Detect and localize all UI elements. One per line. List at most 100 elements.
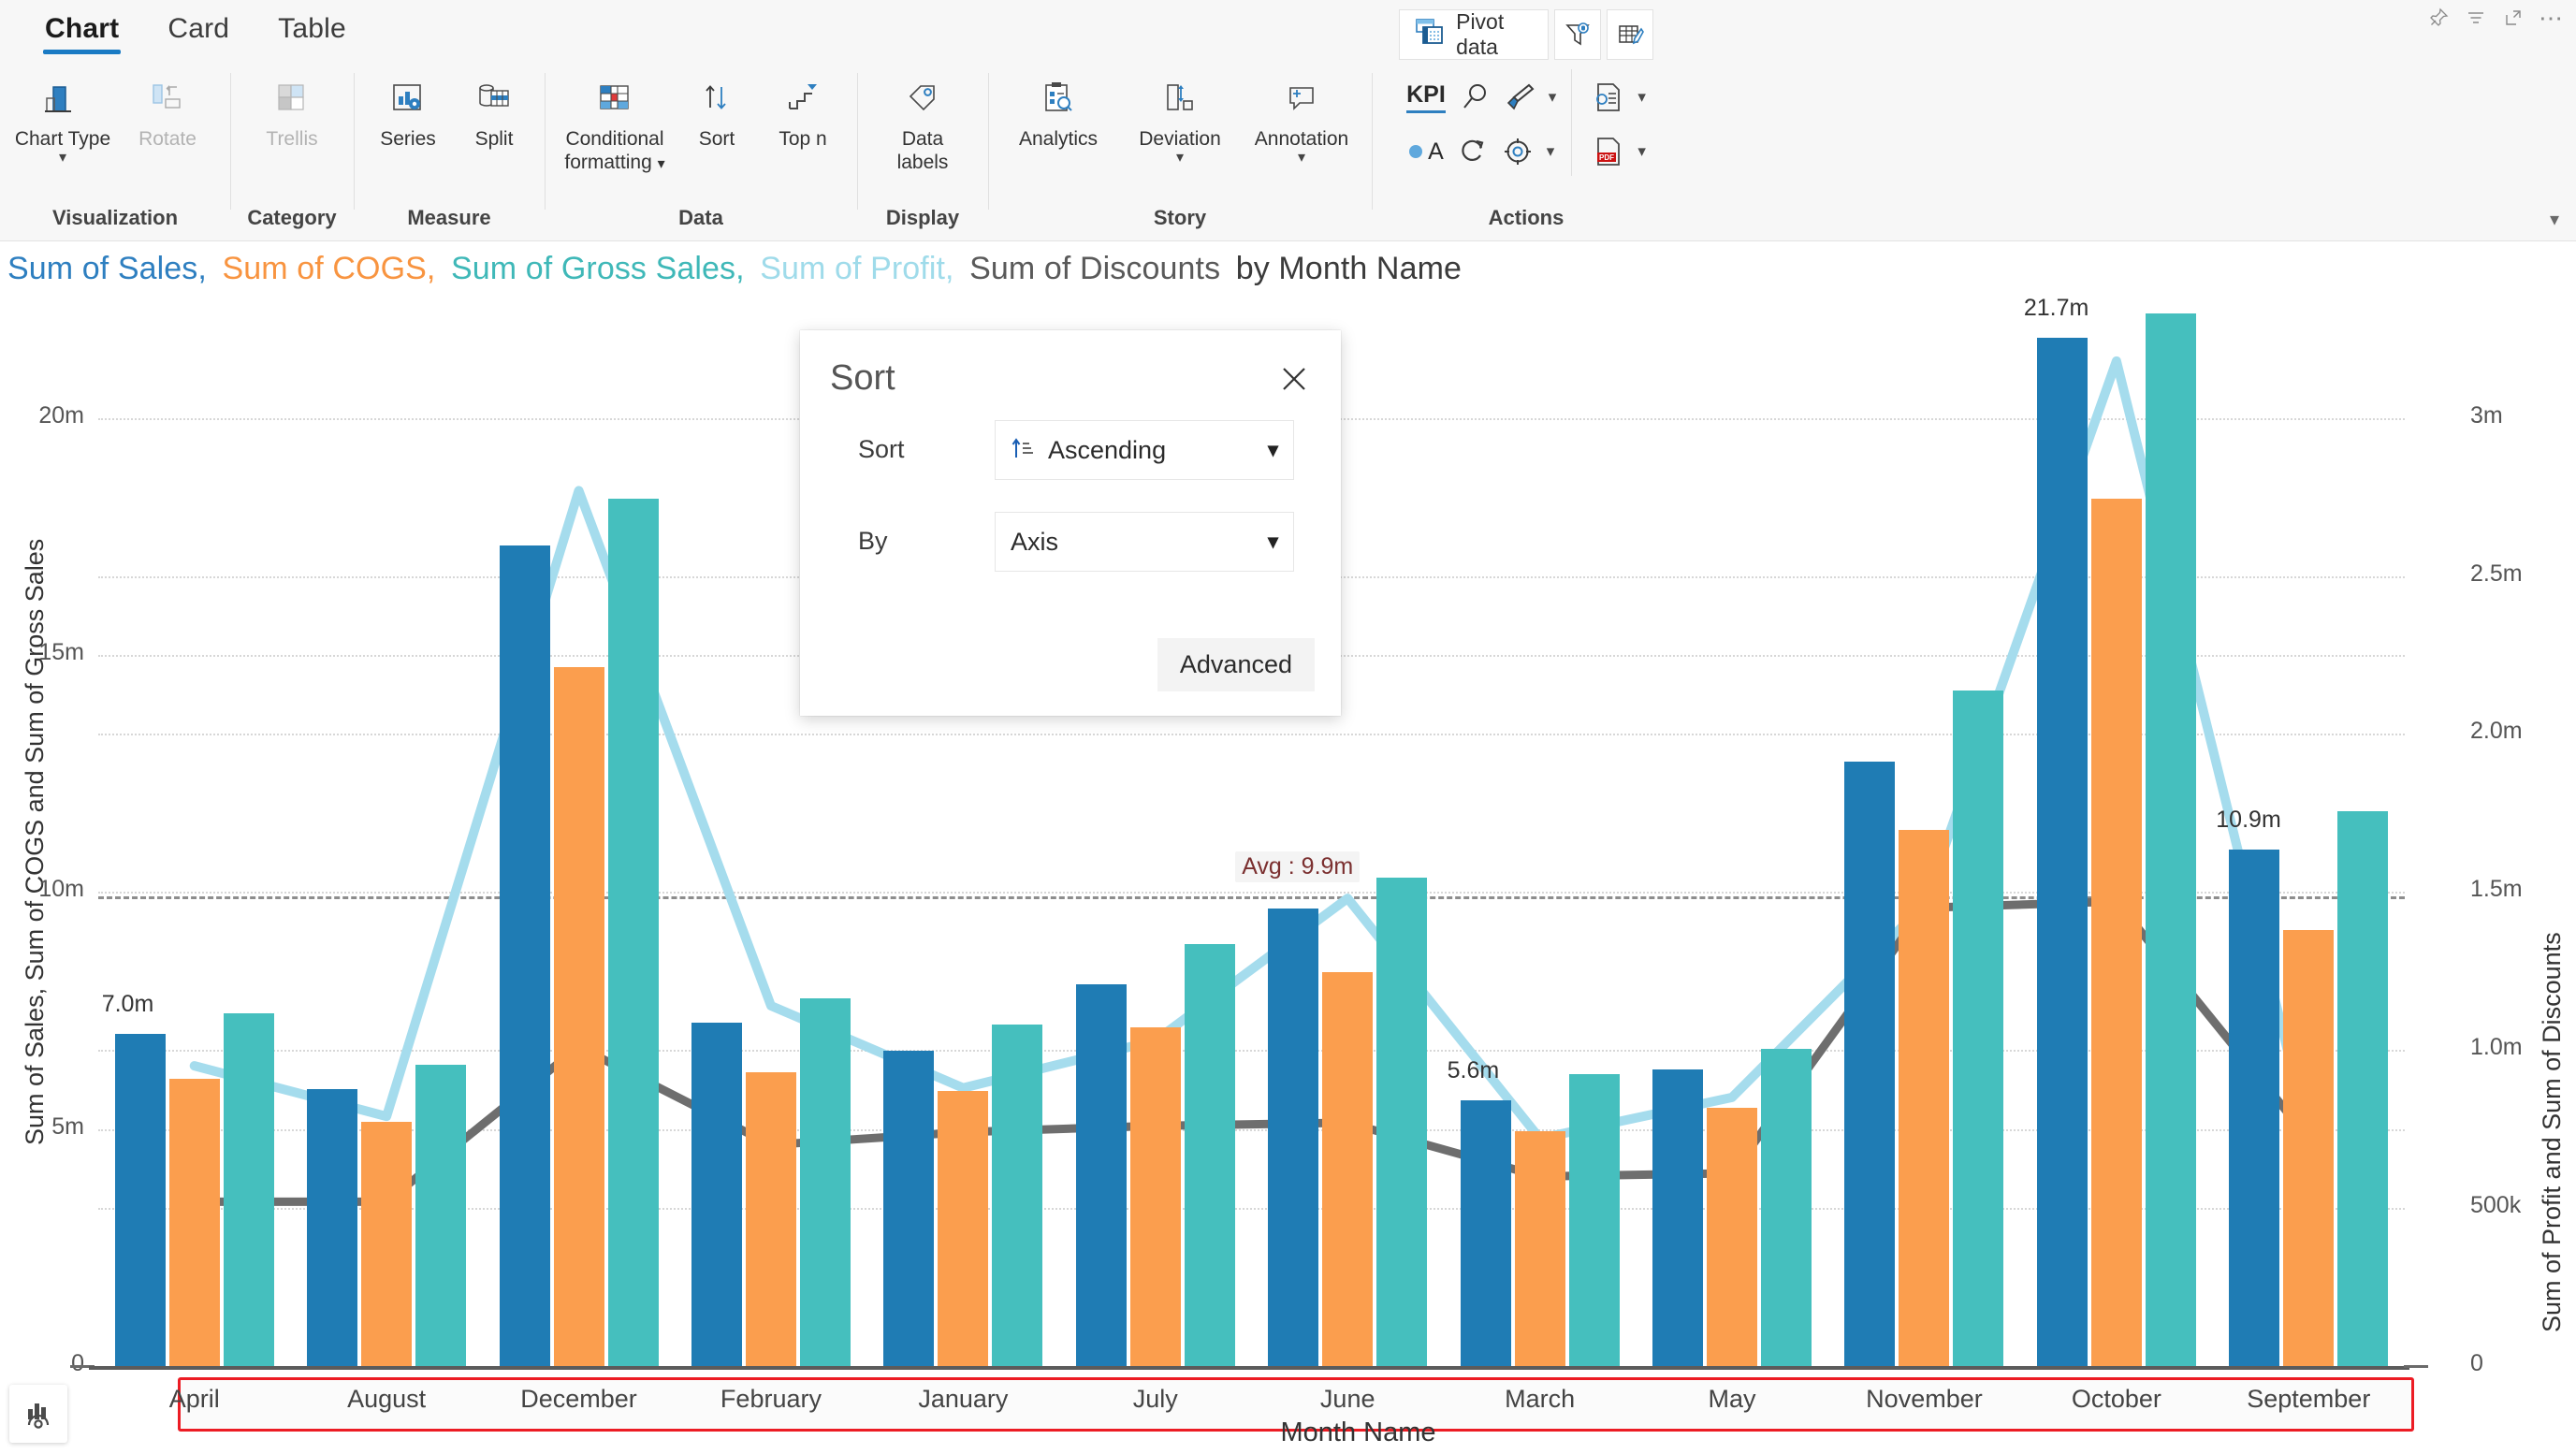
- chevron-down-icon[interactable]: ▾: [1547, 142, 1555, 161]
- bar[interactable]: [938, 1091, 989, 1366]
- bar[interactable]: [691, 1022, 742, 1366]
- chevron-down-icon[interactable]: ▾: [1268, 438, 1278, 462]
- bar[interactable]: [992, 1025, 1043, 1366]
- more-options-icon[interactable]: ⋯: [2533, 4, 2569, 32]
- bar[interactable]: [1268, 909, 1319, 1366]
- x-axis-label[interactable]: February: [720, 1385, 822, 1414]
- bar[interactable]: [1761, 1048, 1812, 1366]
- bar[interactable]: [1322, 972, 1374, 1366]
- maximize-icon[interactable]: [2496, 4, 2531, 32]
- bar[interactable]: [223, 1012, 274, 1366]
- sort-order-select[interactable]: Ascending ▾: [995, 420, 1294, 480]
- pin-icon[interactable]: [2421, 4, 2456, 32]
- bar[interactable]: [415, 1065, 467, 1366]
- bar[interactable]: [1953, 691, 2004, 1366]
- bar[interactable]: [361, 1122, 413, 1366]
- annotate-color-button[interactable]: A: [1406, 138, 1444, 166]
- bar-group[interactable]: [2036, 299, 2196, 1366]
- chevron-down-icon[interactable]: ▾: [1176, 151, 1184, 166]
- chevron-down-icon[interactable]: ▾: [1268, 530, 1278, 554]
- bar[interactable]: [2145, 313, 2196, 1366]
- bar[interactable]: [1707, 1107, 1758, 1366]
- chevron-down-icon[interactable]: ▾: [1637, 88, 1646, 107]
- bar[interactable]: [1568, 1074, 1620, 1366]
- visualization-badge-icon[interactable]: [9, 1385, 67, 1443]
- bar-group[interactable]: [114, 299, 274, 1366]
- bar-group[interactable]: [1652, 299, 1812, 1366]
- search-button[interactable]: [1459, 81, 1491, 113]
- bar[interactable]: [114, 1034, 166, 1366]
- collapse-ribbon-button[interactable]: ▾: [2550, 208, 2559, 231]
- filter-icon[interactable]: [2458, 4, 2494, 32]
- bar[interactable]: [1075, 984, 1127, 1366]
- bar-group[interactable]: [1460, 299, 1620, 1366]
- bar[interactable]: [2090, 498, 2142, 1366]
- sort-by-select[interactable]: Axis ▾: [995, 512, 1294, 572]
- paintbrush-button[interactable]: [1504, 81, 1535, 113]
- bar[interactable]: [1514, 1131, 1565, 1366]
- analytics-button[interactable]: Analytics: [999, 67, 1117, 151]
- x-axis-label[interactable]: October: [2072, 1385, 2161, 1414]
- bar[interactable]: [745, 1071, 796, 1366]
- bar-group[interactable]: [1844, 299, 2004, 1366]
- x-axis-label[interactable]: November: [1866, 1385, 1983, 1414]
- close-icon[interactable]: [1272, 356, 1317, 401]
- bar[interactable]: [2337, 811, 2389, 1366]
- chevron-down-icon[interactable]: ▾: [1298, 151, 1305, 166]
- document-settings-button[interactable]: [1591, 80, 1624, 114]
- bar[interactable]: [499, 545, 550, 1366]
- bar-group[interactable]: [307, 299, 467, 1366]
- bar[interactable]: [553, 666, 604, 1366]
- chevron-down-icon[interactable]: ▾: [59, 151, 66, 166]
- bar-group[interactable]: [499, 299, 659, 1366]
- edit-table-button[interactable]: [1606, 9, 1653, 60]
- x-axis-label[interactable]: May: [1709, 1385, 1756, 1414]
- filter-data-button[interactable]: [1553, 9, 1601, 60]
- advanced-button[interactable]: Advanced: [1157, 638, 1315, 691]
- bar[interactable]: [1184, 944, 1235, 1366]
- chevron-down-icon[interactable]: ▾: [1549, 88, 1557, 107]
- bar[interactable]: [1899, 830, 1950, 1366]
- bar[interactable]: [2229, 849, 2280, 1366]
- split-button[interactable]: Split: [455, 67, 533, 151]
- bar[interactable]: [1460, 1100, 1511, 1366]
- data-labels-button[interactable]: Data labels: [872, 67, 973, 174]
- series-button[interactable]: Series: [365, 67, 451, 151]
- x-axis-label[interactable]: January: [918, 1385, 1008, 1414]
- bar[interactable]: [1652, 1069, 1704, 1366]
- chart-type-button[interactable]: Chart Type ▾: [12, 67, 113, 166]
- top-n-button[interactable]: Top n: [760, 67, 846, 151]
- x-axis-label[interactable]: December: [520, 1385, 637, 1414]
- chevron-down-icon[interactable]: ▾: [1637, 142, 1646, 161]
- group-label-category: Category: [247, 206, 337, 229]
- conditional-formatting-button[interactable]: Conditional formatting ▾: [556, 67, 674, 176]
- bar[interactable]: [168, 1079, 220, 1366]
- bar[interactable]: [1844, 762, 1896, 1366]
- x-axis-label[interactable]: July: [1133, 1385, 1178, 1414]
- bar[interactable]: [2283, 929, 2335, 1366]
- bar[interactable]: [1376, 878, 1428, 1366]
- bar[interactable]: [799, 998, 851, 1366]
- export-pdf-button[interactable]: PDF: [1591, 135, 1624, 168]
- tab-card[interactable]: Card: [143, 9, 254, 56]
- pivot-data-button[interactable]: Pivot data: [1399, 9, 1549, 60]
- x-axis-label[interactable]: August: [347, 1385, 426, 1414]
- settings-button[interactable]: [1502, 136, 1534, 167]
- bar[interactable]: [2036, 337, 2088, 1366]
- chevron-down-icon[interactable]: ▾: [658, 156, 665, 172]
- x-axis-label[interactable]: June: [1320, 1385, 1375, 1414]
- refresh-button[interactable]: [1457, 136, 1489, 167]
- sort-button[interactable]: Sort: [677, 67, 756, 151]
- bar[interactable]: [607, 498, 659, 1366]
- tab-chart[interactable]: Chart: [21, 9, 143, 56]
- x-axis-label[interactable]: April: [169, 1385, 220, 1414]
- bar[interactable]: [307, 1088, 358, 1366]
- x-axis-label[interactable]: March: [1505, 1385, 1575, 1414]
- x-axis-label[interactable]: September: [2247, 1385, 2370, 1414]
- kpi-button[interactable]: KPI: [1406, 81, 1446, 113]
- bar[interactable]: [883, 1051, 935, 1366]
- annotation-button[interactable]: Annotation ▾: [1243, 67, 1361, 166]
- bar[interactable]: [1129, 1026, 1181, 1366]
- tab-table[interactable]: Table: [254, 9, 371, 56]
- deviation-button[interactable]: Deviation ▾: [1121, 67, 1239, 166]
